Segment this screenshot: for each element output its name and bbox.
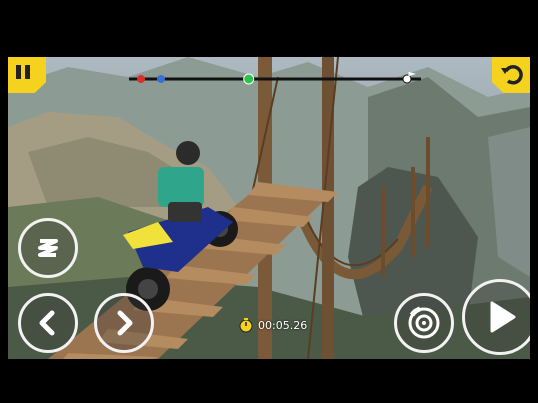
timer-value: 00:05.26 xyxy=(258,318,308,332)
pause-icon xyxy=(16,65,30,79)
restart-icon xyxy=(501,65,523,85)
checkpoint-marker-blue xyxy=(157,75,165,83)
race-timer: 00:05.26 xyxy=(238,317,307,333)
brake-disc-icon xyxy=(408,306,440,339)
video-frame: 00:05.26 xyxy=(0,0,538,403)
progress-marker xyxy=(243,73,255,85)
game-viewport: 00:05.26 xyxy=(8,57,530,359)
pause-button[interactable] xyxy=(8,57,46,93)
lean-button[interactable] xyxy=(18,218,78,278)
chevron-left-icon xyxy=(39,310,55,336)
checkpoint-marker-red xyxy=(137,75,145,83)
throttle-button[interactable] xyxy=(462,279,530,355)
finish-marker xyxy=(402,74,412,84)
play-triangle-icon xyxy=(490,301,516,333)
brake-button[interactable] xyxy=(394,293,454,353)
chevron-right-icon xyxy=(117,310,133,336)
lean-back-button[interactable] xyxy=(18,293,78,353)
lean-zigzag-icon xyxy=(38,239,58,257)
stopwatch-icon xyxy=(239,318,253,333)
restart-button[interactable] xyxy=(492,57,530,93)
lean-forward-button[interactable] xyxy=(94,293,154,353)
track-progress-bar xyxy=(125,71,425,85)
